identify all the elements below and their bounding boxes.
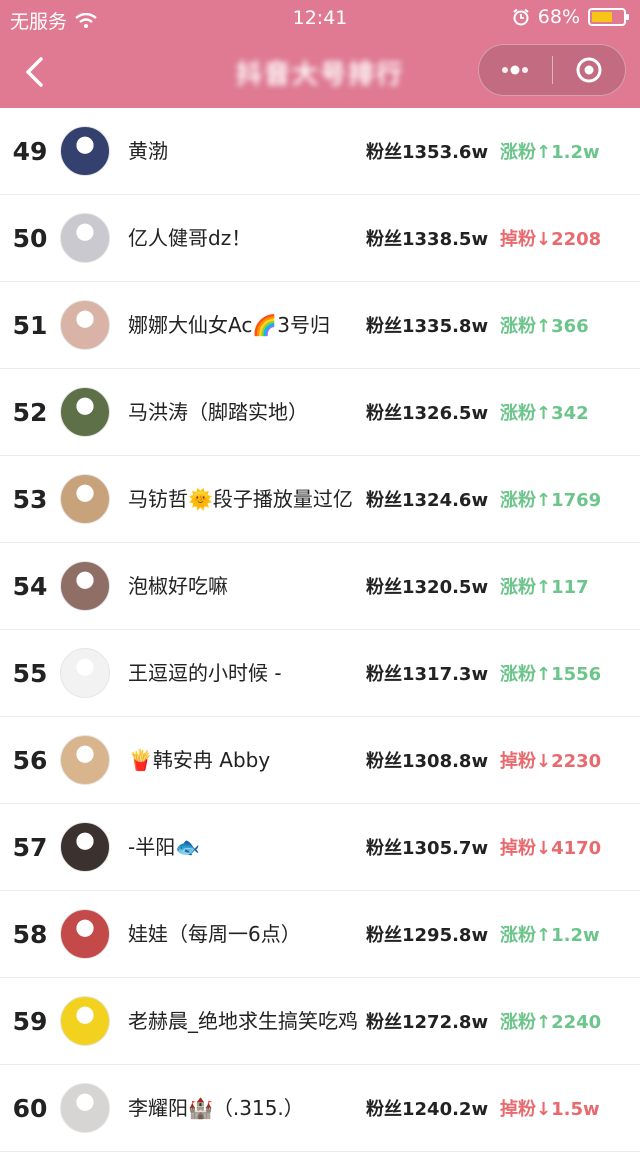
rank-number: 56 [12,745,48,775]
account-name: 马钫哲🌞段子播放量过亿 [128,487,353,511]
close-button[interactable] [553,45,626,95]
status-right: 68% [512,6,629,28]
follower-count: 粉丝1324.6w [366,490,489,511]
rank-number: 59 [12,1006,48,1036]
avatar [60,909,110,959]
follower-change: 掉粉↓4170 [500,838,602,859]
follower-count: 粉丝1308.8w [366,751,489,772]
avatar [60,648,110,698]
account-name: 王逗逗的小时候 - [128,661,282,685]
list-item[interactable]: 55 王逗逗的小时候 - 粉丝1317.3w 涨粉↑1556 [0,630,640,717]
account-name: 亿人健哥dz！ [128,226,252,250]
list-item[interactable]: 57 -半阳🐟 粉丝1305.7w 掉粉↓4170 [0,804,640,891]
follower-count: 粉丝1353.6w [366,142,489,163]
account-name: -半阳🐟 [128,835,201,859]
follower-count: 粉丝1295.8w [366,925,489,946]
list-item[interactable]: 56 🍟韩安冉 Abby 粉丝1308.8w 掉粉↓2230 [0,717,640,804]
mini-program-capsule [478,44,626,96]
avatar [60,300,110,350]
account-name: 🍟韩安冉 Abby [128,748,271,772]
avatar [60,213,110,263]
rank-number: 58 [12,919,48,949]
follower-change: 掉粉↓2230 [500,751,602,772]
close-circle-icon [576,57,602,83]
follower-change: 涨粉↑1.2w [500,142,600,163]
follower-count: 粉丝1240.2w [366,1099,489,1120]
follower-change: 涨粉↑1.2w [500,925,600,946]
follower-count: 粉丝1335.8w [366,316,489,337]
follower-count: 粉丝1272.8w [366,1012,489,1033]
rank-number: 50 [12,223,48,253]
avatar [60,822,110,872]
avatar [60,996,110,1046]
list-item[interactable]: 51 娜娜大仙女Ac🌈3号归 粉丝1335.8w 涨粉↑366 [0,282,640,369]
list-item[interactable]: 53 马钫哲🌞段子播放量过亿 粉丝1324.6w 涨粉↑1769 [0,456,640,543]
avatar [60,474,110,524]
avatar [60,735,110,785]
rank-number: 55 [12,658,48,688]
status-bar: 无服务 12:41 68% [0,0,640,36]
avatar [60,561,110,611]
rank-number: 57 [12,832,48,862]
battery-percent: 68% [537,6,580,28]
rank-number: 52 [12,397,48,427]
more-dots-icon [502,65,529,75]
account-name: 娜娜大仙女Ac🌈3号归 [128,313,330,337]
rank-number: 49 [12,136,48,166]
ranking-list: 49 黄渤 粉丝1353.6w 涨粉↑1.2w 50 亿人健哥dz！ 粉丝133… [0,108,640,1152]
list-item[interactable]: 60 李耀阳🏰（.315.） 粉丝1240.2w 掉粉↓1.5w [0,1065,640,1152]
follower-change: 涨粉↑117 [500,577,589,598]
alarm-icon [513,8,529,26]
avatar [60,126,110,176]
rank-number: 60 [12,1093,48,1123]
list-item[interactable]: 52 马洪涛（脚踏实地） 粉丝1326.5w 涨粉↑342 [0,369,640,456]
list-item[interactable]: 58 娃娃（每周一6点） 粉丝1295.8w 涨粉↑1.2w [0,891,640,978]
follower-change: 涨粉↑1769 [500,490,602,511]
avatar [60,1083,110,1133]
follower-count: 粉丝1317.3w [366,664,489,685]
follower-count: 粉丝1320.5w [366,577,489,598]
list-item[interactable]: 59 老赫晨_绝地求生搞笑吃鸡 粉丝1272.8w 涨粉↑2240 [0,978,640,1065]
rank-number: 54 [12,571,48,601]
follower-change: 涨粉↑342 [500,403,589,424]
list-item[interactable]: 54 泡椒好吃嘛 粉丝1320.5w 涨粉↑117 [0,543,640,630]
list-item[interactable]: 50 亿人健哥dz！ 粉丝1338.5w 掉粉↓2208 [0,195,640,282]
list-item[interactable]: 49 黄渤 粉丝1353.6w 涨粉↑1.2w [0,108,640,195]
more-button[interactable] [479,45,552,95]
account-name: 娃娃（每周一6点） [128,922,301,946]
follower-change: 掉粉↓2208 [500,229,602,250]
rank-number: 53 [12,484,48,514]
follower-change: 涨粉↑366 [500,316,589,337]
follower-count: 粉丝1338.5w [366,229,489,250]
follower-count: 粉丝1326.5w [366,403,489,424]
rank-number: 51 [12,310,48,340]
account-name: 李耀阳🏰（.315.） [128,1096,304,1120]
nav-bar: 抖音大号排行 [0,36,640,108]
account-name: 泡椒好吃嘛 [128,574,228,598]
account-name: 马洪涛（脚踏实地） [128,400,308,424]
follower-change: 掉粉↓1.5w [500,1099,600,1120]
account-name: 黄渤 [128,139,168,163]
avatar [60,387,110,437]
follower-change: 涨粉↑1556 [500,664,602,685]
follower-count: 粉丝1305.7w [366,838,489,859]
battery-icon [588,8,629,26]
account-name: 老赫晨_绝地求生搞笑吃鸡 [128,1009,358,1033]
follower-change: 涨粉↑2240 [500,1012,602,1033]
